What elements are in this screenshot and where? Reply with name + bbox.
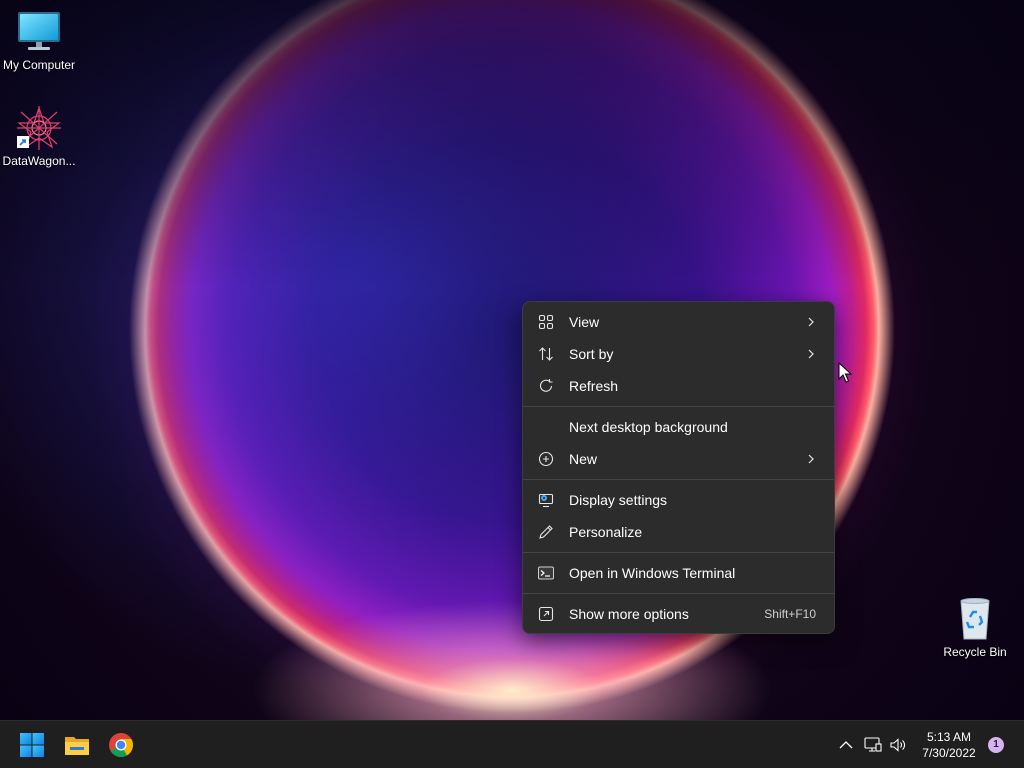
- menu-item-sort-by[interactable]: Sort by: [527, 338, 830, 370]
- menu-item-label: New: [569, 451, 598, 467]
- menu-separator: [523, 479, 834, 480]
- desktop-icon-label: DataWagon...: [2, 154, 76, 168]
- network-icon: [864, 737, 882, 752]
- menu-item-label: Next desktop background: [569, 419, 728, 435]
- recycle-bin-icon: [953, 597, 997, 641]
- menu-item-personalize[interactable]: Personalize: [527, 516, 830, 548]
- menu-item-label: Sort by: [569, 346, 614, 362]
- menu-separator: [523, 406, 834, 407]
- menu-item-refresh[interactable]: Refresh: [527, 370, 830, 402]
- desktop-icon-datawagon[interactable]: DataWagon...: [0, 106, 79, 168]
- network-button[interactable]: [863, 735, 883, 755]
- volume-icon: [890, 738, 905, 752]
- desktop-context-menu: View Sort by Refresh Next desktop backgr…: [522, 301, 835, 634]
- volume-button[interactable]: [888, 735, 908, 755]
- menu-item-label: Open in Windows Terminal: [569, 565, 736, 581]
- chevron-up-icon: [839, 741, 853, 749]
- show-more-icon: [538, 606, 554, 622]
- notification-badge[interactable]: 1: [988, 737, 1004, 753]
- plus-circle-icon: [538, 451, 554, 467]
- sort-arrows-icon: [538, 346, 554, 362]
- grid-icon: [538, 314, 554, 330]
- menu-separator: [523, 593, 834, 594]
- refresh-icon: [538, 378, 554, 394]
- start-button[interactable]: [16, 729, 48, 761]
- menu-item-next-desktop-background[interactable]: Next desktop background: [527, 411, 830, 443]
- start-windows-icon: [20, 733, 44, 757]
- menu-item-new[interactable]: New: [527, 443, 830, 475]
- chrome-button[interactable]: [105, 729, 137, 761]
- menu-item-label: Personalize: [569, 524, 643, 540]
- clock-time: 5:13 AM: [926, 730, 972, 744]
- taskbar: 5:13 AM 7/30/2022 1: [0, 720, 1024, 768]
- menu-item-label: Show more options: [569, 606, 689, 622]
- clock[interactable]: 5:13 AM 7/30/2022: [914, 729, 984, 761]
- pen-icon: [538, 524, 554, 540]
- menu-separator: [523, 552, 834, 553]
- shortcut-hint: Shift+F10: [764, 607, 816, 621]
- menu-item-label: View: [569, 314, 600, 330]
- show-hidden-icons-button[interactable]: [836, 735, 856, 755]
- chevron-right-icon: [806, 451, 816, 467]
- desktop-icon-label: My Computer: [2, 58, 76, 72]
- file-explorer-icon: [65, 737, 89, 755]
- chrome-icon: [109, 733, 134, 758]
- terminal-icon: [538, 565, 554, 581]
- computer-monitor-icon: [17, 10, 61, 54]
- menu-item-label: Refresh: [569, 378, 619, 394]
- chevron-right-icon: [806, 314, 816, 330]
- menu-item-open-in-windows-terminal[interactable]: Open in Windows Terminal: [527, 557, 830, 589]
- menu-item-label: Display settings: [569, 492, 668, 508]
- file-explorer-button[interactable]: [61, 729, 93, 761]
- desktop-icon-my-computer[interactable]: My Computer: [0, 10, 79, 72]
- display-settings-icon: [538, 492, 554, 508]
- menu-item-show-more-options[interactable]: Show more options Shift+F10: [527, 598, 830, 630]
- chevron-right-icon: [806, 346, 816, 362]
- datawagon-shortcut-icon: [17, 106, 61, 150]
- desktop-wallpaper[interactable]: My Computer DataWagon... Recycle Bin: [0, 0, 1024, 720]
- menu-item-display-settings[interactable]: Display settings: [527, 484, 830, 516]
- menu-item-view[interactable]: View: [527, 306, 830, 338]
- desktop-icon-label: Recycle Bin: [943, 645, 1007, 659]
- mouse-pointer-icon: [838, 361, 853, 384]
- desktop-icon-recycle-bin[interactable]: Recycle Bin: [935, 597, 1015, 659]
- clock-date: 7/30/2022: [922, 746, 976, 760]
